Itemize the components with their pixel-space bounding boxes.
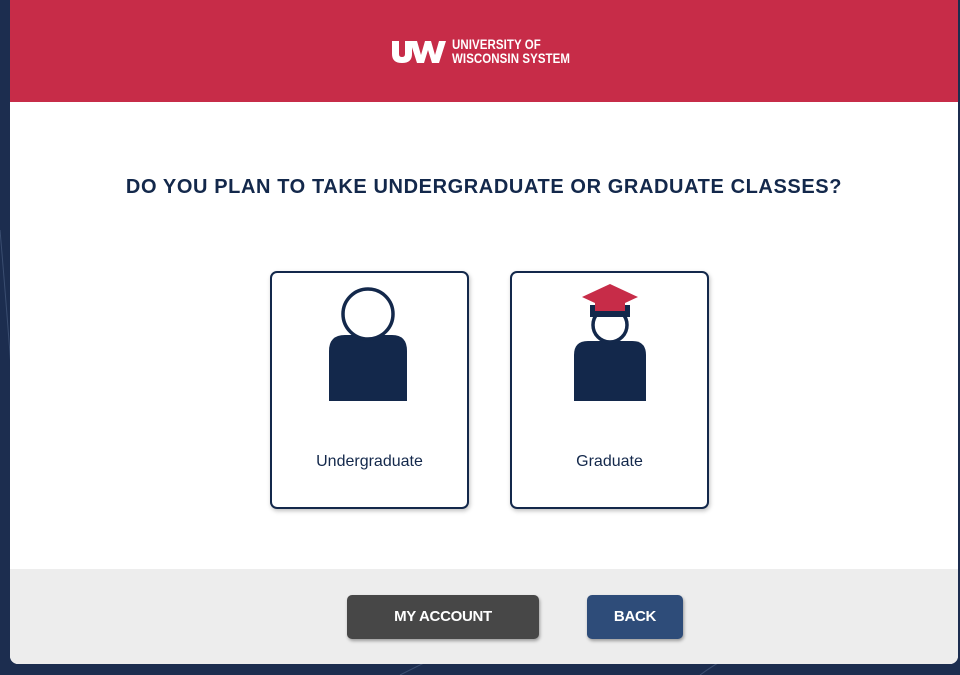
- footer-bar: MY ACCOUNT BACK: [10, 569, 958, 664]
- graduate-icon: [574, 284, 646, 401]
- back-button[interactable]: BACK: [587, 595, 683, 639]
- undergraduate-label: Undergraduate: [316, 453, 423, 470]
- question-heading: DO YOU PLAN TO TAKE UNDERGRADUATE OR GRA…: [125, 176, 843, 198]
- person-icon: [329, 287, 407, 401]
- uw-logo: UNIVERSITY OF WISCONSIN SYSTEM: [392, 32, 591, 72]
- logo-wordmark: UNIVERSITY OF WISCONSIN SYSTEM: [452, 38, 570, 66]
- uw-logo-mark-icon: [392, 41, 446, 63]
- undergraduate-option[interactable]: Undergraduate: [270, 271, 469, 509]
- graduate-option[interactable]: Graduate: [510, 271, 709, 509]
- dialog-card: UNIVERSITY OF WISCONSIN SYSTEM DO YOU PL…: [10, 0, 958, 664]
- header-banner: UNIVERSITY OF WISCONSIN SYSTEM: [10, 0, 958, 102]
- my-account-button[interactable]: MY ACCOUNT: [347, 595, 539, 639]
- logo-line-2: WISCONSIN SYSTEM: [452, 51, 571, 66]
- logo-line-1: UNIVERSITY OF: [452, 37, 541, 52]
- graduate-label: Graduate: [576, 453, 643, 470]
